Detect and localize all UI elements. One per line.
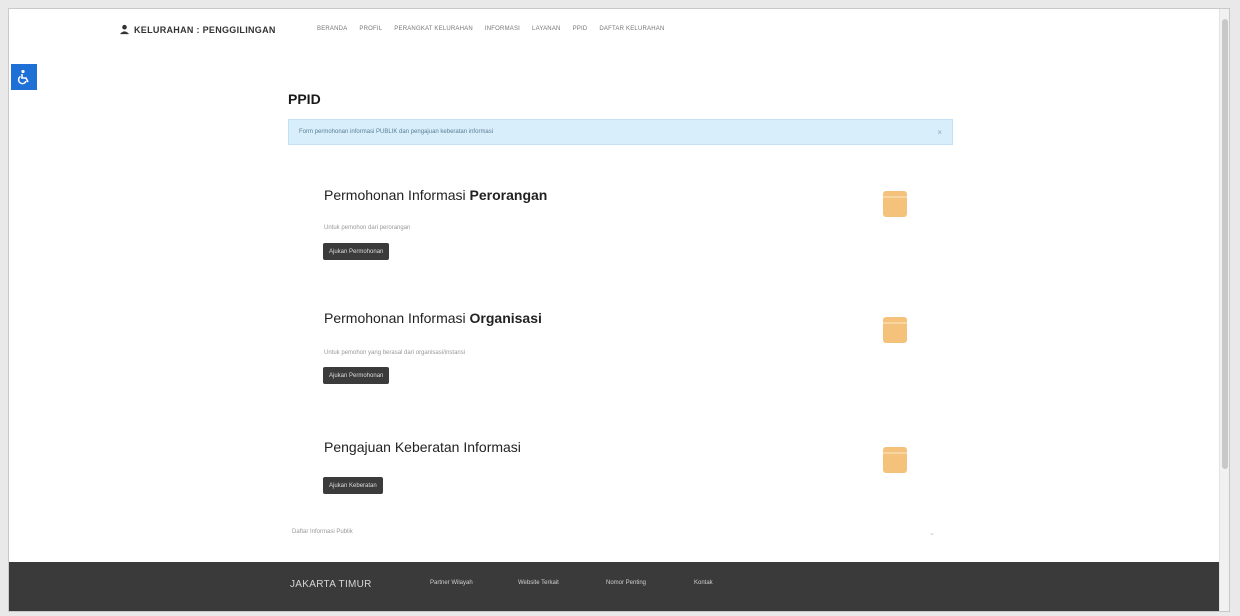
document-icon — [883, 447, 907, 473]
ajukan-keberatan-button[interactable]: Ajukan Keberatan — [323, 477, 383, 494]
person-logo-icon — [119, 24, 130, 35]
close-icon[interactable]: × — [937, 128, 942, 137]
card-description: Untuk pemohon dari perorangan — [324, 225, 411, 231]
footer-link-nomor-penting[interactable]: Nomor Penting — [606, 580, 694, 586]
card-title: Permohonan Informasi Organisasi — [324, 310, 542, 326]
info-alert: Form permohonan informasi PUBLIK dan pen… — [288, 119, 953, 145]
card-organisasi: Permohonan Informasi Organisasi Untuk pe… — [299, 291, 949, 411]
wheelchair-icon — [17, 69, 29, 85]
card-keberatan: Pengajuan Keberatan Informasi Ajukan Keb… — [299, 419, 949, 519]
daftar-informasi-publik-toggle[interactable]: Daftar Informasi Publik — [292, 529, 353, 535]
menu-item-beranda[interactable]: BERANDA — [317, 26, 347, 32]
footer-brand: JAKARTA TIMUR — [290, 579, 372, 590]
menu-item-profil[interactable]: PROFIL — [359, 26, 382, 32]
document-icon — [883, 191, 907, 217]
page-scrollbar[interactable] — [1219, 9, 1229, 611]
card-perorangan: Permohonan Informasi Perorangan Untuk pe… — [299, 169, 949, 289]
site-brand[interactable]: KELURAHAN : PENGGILINGAN — [119, 24, 276, 35]
top-navbar: KELURAHAN : PENGGILINGAN BERANDA PROFIL … — [9, 9, 1229, 55]
footer-link-website-terkait[interactable]: Website Terkait — [518, 580, 606, 586]
menu-item-ppid[interactable]: PPID — [573, 26, 588, 32]
footer-link-kontak[interactable]: Kontak — [694, 580, 782, 586]
document-icon — [883, 317, 907, 343]
ajukan-permohonan-button[interactable]: Ajukan Permohonan — [323, 367, 390, 384]
menu-item-perangkat-kelurahan[interactable]: PERANGKAT KELURAHAN — [394, 26, 473, 32]
menu-item-daftar-kelurahan[interactable]: DAFTAR KELURAHAN — [599, 26, 664, 32]
browser-frame: KELURAHAN : PENGGILINGAN BERANDA PROFIL … — [8, 8, 1230, 612]
ajukan-permohonan-button[interactable]: Ajukan Permohonan — [323, 243, 390, 260]
footer-links: Partner Wilayah Website Terkait Nomor Pe… — [430, 580, 782, 586]
menu-item-layanan[interactable]: LAYANAN — [532, 26, 561, 32]
menu-item-informasi[interactable]: INFORMASI — [485, 26, 520, 32]
alert-text: Form permohonan informasi PUBLIK dan pen… — [299, 129, 494, 135]
chevron-down-icon[interactable]: ⌄ — [929, 529, 935, 537]
site-footer: JAKARTA TIMUR Partner Wilayah Website Te… — [9, 562, 1229, 611]
main-menu: BERANDA PROFIL PERANGKAT KELURAHAN INFOR… — [317, 26, 665, 32]
card-description: Untuk pemohon yang berasal dari organisa… — [324, 350, 466, 356]
card-title: Permohonan Informasi Perorangan — [324, 187, 548, 203]
card-title: Pengajuan Keberatan Informasi — [324, 439, 521, 455]
accessibility-button[interactable] — [11, 64, 37, 90]
brand-name: KELURAHAN : PENGGILINGAN — [134, 24, 276, 35]
page-title: PPID — [288, 91, 321, 107]
footer-link-partner-wilayah[interactable]: Partner Wilayah — [430, 580, 518, 586]
scrollbar-thumb[interactable] — [1222, 19, 1228, 469]
